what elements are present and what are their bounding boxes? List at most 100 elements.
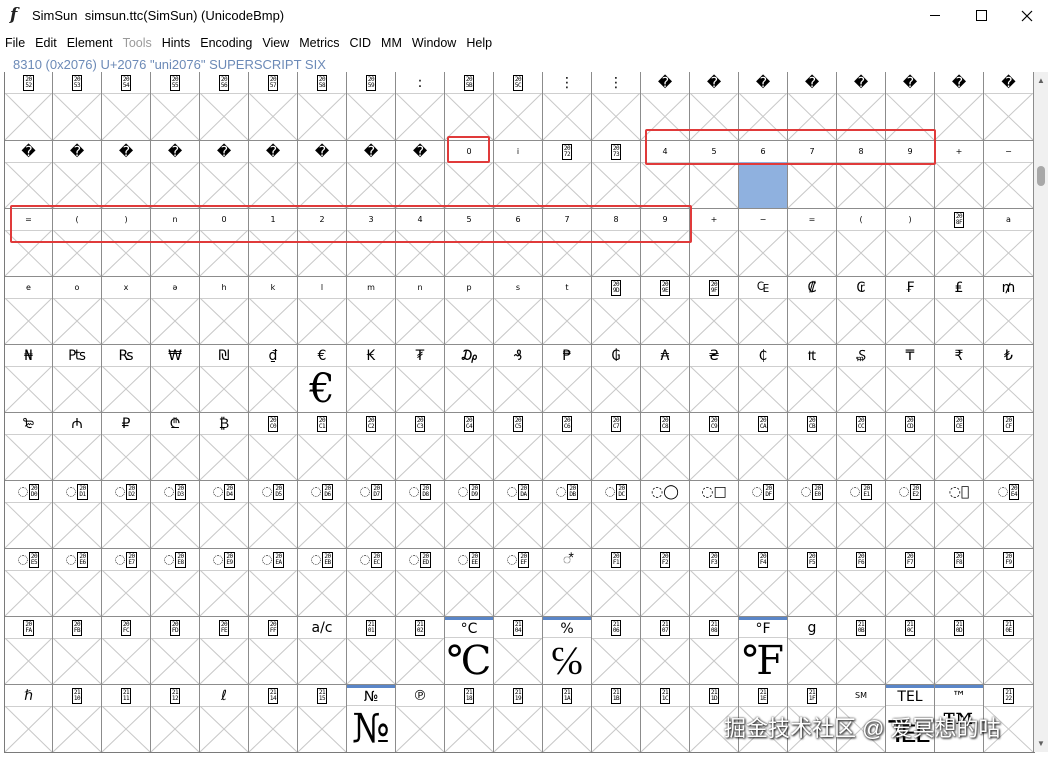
glyph-cell[interactable]: 20 CB — [788, 413, 837, 481]
glyph-cell[interactable]: 20 D0 — [5, 481, 53, 549]
glyph-cell[interactable]: � — [690, 72, 739, 141]
glyph-cell[interactable]: � — [886, 72, 935, 141]
glyph-cell[interactable]: ₱ — [543, 345, 592, 413]
glyph-cell[interactable]: 21 18 — [445, 685, 494, 752]
glyph-cell[interactable]: 4 — [396, 209, 445, 277]
glyph-cell[interactable]: 20 D3 — [151, 481, 200, 549]
glyph-cell[interactable]: 20 D2 — [102, 481, 151, 549]
glyph-cell[interactable]: 20 F5 — [788, 549, 837, 617]
glyph-cell[interactable]: 20 53 — [53, 72, 102, 141]
glyph-cell[interactable]: 20 72 — [543, 141, 592, 209]
glyph-cell[interactable]: ₺ — [984, 345, 1034, 413]
glyph-cell[interactable]: 20 FB — [53, 617, 102, 685]
menu-hints[interactable]: Hints — [157, 33, 195, 53]
glyph-cell[interactable]: 20 9E — [641, 277, 690, 345]
glyph-cell[interactable]: 21 02 — [396, 617, 445, 685]
glyph-cell[interactable]: 20 FE — [200, 617, 249, 685]
glyph-cell[interactable]: � — [5, 141, 53, 209]
glyph-cell[interactable]: 21 1C — [641, 685, 690, 752]
glyph-cell[interactable]: ₴ — [690, 345, 739, 413]
glyph-cell[interactable]: ℏ — [5, 685, 53, 752]
glyph-cell[interactable]: ₮ — [396, 345, 445, 413]
glyph-cell[interactable]: 21 07 — [641, 617, 690, 685]
glyph-cell[interactable]: 20 9F — [690, 277, 739, 345]
glyph-cell[interactable]: � — [200, 141, 249, 209]
glyph-cell[interactable]: °F ℉ — [739, 617, 788, 685]
glyph-cell[interactable]: 20 E8 — [151, 549, 200, 617]
glyph-cell[interactable]: ₶ — [788, 345, 837, 413]
glyph-cell[interactable]: ₽ — [102, 413, 151, 481]
glyph-cell[interactable]: 20 E9 — [200, 549, 249, 617]
glyph-cell[interactable]: ◌⃣ — [935, 481, 984, 549]
glyph-cell[interactable]: 20 CC — [837, 413, 886, 481]
glyph-cell[interactable]: 20 D9 — [445, 481, 494, 549]
glyph-cell[interactable]: 20 EE — [445, 549, 494, 617]
glyph-cell[interactable]: � — [249, 141, 298, 209]
glyph-cell[interactable]: 20 F6 — [837, 549, 886, 617]
glyph-cell[interactable]: 20 D7 — [347, 481, 396, 549]
glyph-cell[interactable]: k — [249, 277, 298, 345]
glyph-cell[interactable]: � — [837, 72, 886, 141]
glyph-cell[interactable]: ₣ — [886, 277, 935, 345]
glyph-cell[interactable]: e — [5, 277, 53, 345]
close-button[interactable] — [1004, 0, 1050, 31]
glyph-cell[interactable]: 20 C6 — [543, 413, 592, 481]
glyph-cell[interactable]: °C ℃ — [445, 617, 494, 685]
glyph-cell[interactable]: g — [788, 617, 837, 685]
glyph-cell[interactable]: 20 F3 — [690, 549, 739, 617]
glyph-cell[interactable]: 20 DA — [494, 481, 543, 549]
glyph-cell[interactable]: 20 55 — [151, 72, 200, 141]
vertical-scrollbar[interactable]: ▲ ▼ — [1034, 72, 1048, 752]
menu-file[interactable]: File — [0, 33, 30, 53]
glyph-cell[interactable]: ə — [151, 277, 200, 345]
glyph-cell[interactable]: ₸ — [886, 345, 935, 413]
glyph-cell[interactable]: � — [298, 141, 347, 209]
glyph-cell[interactable]: ) — [102, 209, 151, 277]
glyph-cell[interactable]: 21 14 — [249, 685, 298, 752]
glyph-cell[interactable]: 5 — [445, 209, 494, 277]
glyph-cell[interactable]: 20 E1 — [837, 481, 886, 549]
glyph-cell[interactable]: 21 01 — [347, 617, 396, 685]
glyph-cell[interactable]: 20 D4 — [200, 481, 249, 549]
glyph-cell[interactable]: 1 — [249, 209, 298, 277]
glyph-cell[interactable]: 20 F7 — [886, 549, 935, 617]
glyph-cell[interactable]: 20 C8 — [641, 413, 690, 481]
glyph-cell[interactable]: � — [396, 141, 445, 209]
glyph-cell[interactable]: 21 0B — [837, 617, 886, 685]
glyph-cell[interactable]: n — [396, 277, 445, 345]
glyph-cell[interactable]: 20 C2 — [347, 413, 396, 481]
glyph-cell[interactable]: 20 C9 — [690, 413, 739, 481]
glyph-cell[interactable]: ) — [886, 209, 935, 277]
glyph-cell[interactable]: � — [151, 141, 200, 209]
glyph-cell[interactable]: 20 58 — [298, 72, 347, 141]
glyph-cell[interactable]: 20 E6 — [53, 549, 102, 617]
minimize-button[interactable] — [912, 0, 958, 31]
glyph-cell[interactable]: � — [739, 72, 788, 141]
glyph-cell[interactable]: 20 CF — [984, 413, 1034, 481]
glyph-cell[interactable]: : — [396, 72, 445, 141]
menu-tools[interactable]: Tools — [118, 33, 157, 53]
glyph-cell[interactable]: i — [494, 141, 543, 209]
glyph-cell[interactable]: 21 19 — [494, 685, 543, 752]
glyph-cell[interactable]: 7 — [788, 141, 837, 209]
glyph-cell[interactable]: ₹ — [935, 345, 984, 413]
glyph-cell[interactable]: 20 5B — [445, 72, 494, 141]
glyph-cell[interactable]: ₾ — [151, 413, 200, 481]
menu-encoding[interactable]: Encoding — [195, 33, 257, 53]
glyph-cell[interactable]: 21 0C — [886, 617, 935, 685]
glyph-cell[interactable]: t — [543, 277, 592, 345]
glyph-cell[interactable]: 6 — [739, 141, 788, 209]
glyph-cell[interactable]: 20 CA — [739, 413, 788, 481]
glyph-cell[interactable]: 20 EA — [249, 549, 298, 617]
glyph-cell[interactable]: 20 FC — [102, 617, 151, 685]
glyph-cell[interactable]: 20 E0 — [788, 481, 837, 549]
glyph-cell[interactable]: ₠ — [739, 277, 788, 345]
glyph-cell[interactable]: 9 — [886, 141, 935, 209]
glyph-cell[interactable]: 6 — [494, 209, 543, 277]
glyph-cell[interactable]: 20 EB — [298, 549, 347, 617]
glyph-cell[interactable]: ₥ — [984, 277, 1034, 345]
maximize-button[interactable] — [958, 0, 1004, 31]
glyph-cell[interactable]: l — [298, 277, 347, 345]
glyph-cell[interactable]: ₪ — [200, 345, 249, 413]
glyph-cell[interactable]: 20 FD — [151, 617, 200, 685]
